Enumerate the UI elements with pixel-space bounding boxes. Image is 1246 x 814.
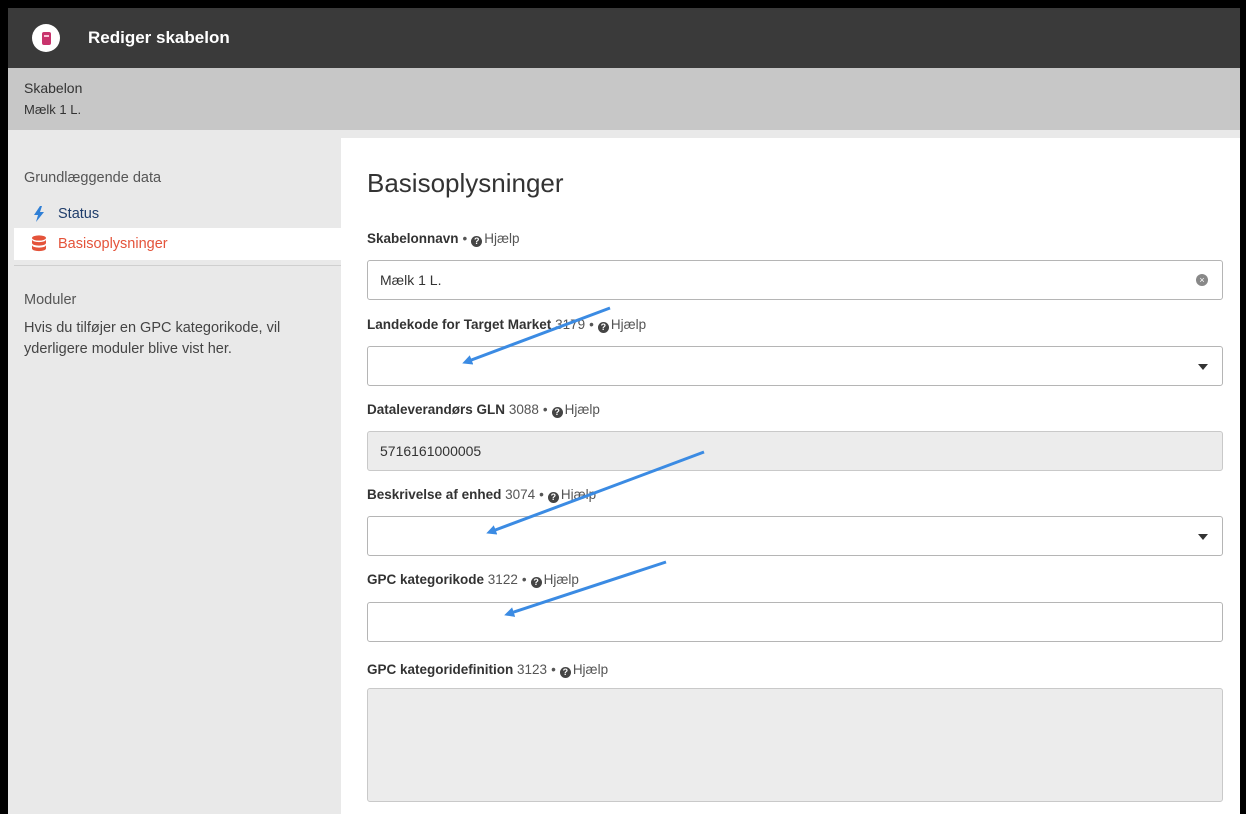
- question-icon: ?: [471, 236, 483, 247]
- clear-icon[interactable]: ×: [1196, 274, 1208, 286]
- help-text: Hjælp: [610, 317, 647, 332]
- field-code: 3088: [508, 402, 539, 417]
- help-link[interactable]: ? Hjælp: [530, 572, 579, 588]
- input-value: 5716161000005: [380, 443, 482, 459]
- field-label-skabelonnavn: Skabelonnavn •? Hjælp: [367, 231, 520, 247]
- sidebar: Grundlæggende data Status Basisoplysning…: [8, 138, 341, 814]
- modules-hint: Hvis du tilføjer en GPC kategorikode, vi…: [24, 320, 281, 357]
- section-heading: Basisoplysninger: [367, 168, 564, 198]
- label-text: GPC kategoridefinition: [367, 662, 514, 677]
- sidebar-item-status[interactable]: Status: [14, 198, 341, 230]
- separator-dot: •: [551, 662, 556, 677]
- separator-dot: •: [542, 402, 548, 417]
- help-text: Hjælp: [560, 487, 597, 502]
- help-text: Hjælp: [484, 231, 520, 246]
- field-code: 3123: [517, 662, 548, 677]
- field-label-beskrivelse: Beskrivelse af enhed 3074 •? Hjælp: [367, 487, 596, 503]
- sidebar-divider: [14, 265, 341, 266]
- template-label: Skabelon: [24, 80, 83, 96]
- help-link[interactable]: ? Hjælp: [471, 231, 520, 247]
- title-bar: Rediger skabelon: [8, 8, 1240, 68]
- gpc-definition-textarea: [367, 688, 1223, 802]
- template-icon: [32, 24, 60, 52]
- beskrivelse-select[interactable]: [367, 516, 1223, 556]
- sidebar-item-basisoplysninger[interactable]: Basisoplysninger: [14, 228, 341, 260]
- template-info-bar: Skabelon Mælk 1 L.: [8, 68, 1240, 130]
- question-icon: ?: [559, 667, 571, 678]
- field-code: 3122: [487, 572, 518, 587]
- lightning-icon: [28, 206, 50, 222]
- chevron-down-icon: [1198, 534, 1208, 540]
- help-text: Hjælp: [564, 402, 600, 417]
- field-label-gln: Dataleverandørs GLN 3088 •? Hjælp: [367, 402, 600, 418]
- gln-field: 5716161000005: [367, 431, 1223, 471]
- help-link[interactable]: ? Hjælp: [551, 402, 600, 418]
- separator-dot: •: [462, 231, 468, 246]
- label-text: Skabelonnavn: [367, 231, 459, 246]
- field-label-gpc-definition: GPC kategoridefinition 3123 •? Hjælp: [367, 662, 608, 678]
- field-code: 3074: [505, 487, 536, 502]
- label-text: Beskrivelse af enhed: [367, 487, 502, 502]
- field-label-gpc-kode: GPC kategorikode 3122 •? Hjælp: [367, 572, 579, 588]
- help-link[interactable]: ? Hjælp: [547, 487, 597, 503]
- help-link[interactable]: ? Hjælp: [597, 317, 647, 333]
- skabelonnavn-input[interactable]: Mælk 1 L. ×: [367, 260, 1223, 300]
- question-icon: ?: [551, 407, 563, 418]
- landekode-select[interactable]: [367, 346, 1223, 386]
- separator-dot: •: [539, 487, 544, 502]
- help-text: Hjælp: [572, 662, 609, 677]
- question-icon: ?: [547, 492, 559, 503]
- separator: [8, 130, 1240, 138]
- label-text: Dataleverandørs GLN: [367, 402, 506, 417]
- page-title: Rediger skabelon: [88, 28, 230, 47]
- input-value: Mælk 1 L.: [380, 272, 442, 288]
- label-text: GPC kategorikode: [367, 572, 485, 587]
- field-label-landekode: Landekode for Target Market 3179 •? Hjælp: [367, 317, 646, 333]
- chevron-down-icon: [1198, 364, 1208, 370]
- separator-dot: •: [589, 317, 594, 332]
- label-text: Landekode for Target Market: [367, 317, 552, 332]
- app-window: Rediger skabelon Skabelon Mælk 1 L. Grun…: [8, 8, 1240, 814]
- help-link[interactable]: ? Hjælp: [559, 662, 609, 678]
- database-icon: [28, 235, 50, 253]
- main-content: Basisoplysninger Skabelonnavn •? Hjælp Mæl…: [341, 138, 1240, 814]
- sidebar-section-basic: Grundlæggende data: [24, 170, 162, 186]
- sidebar-section-modules: Moduler: [24, 292, 77, 308]
- question-icon: ?: [530, 577, 542, 588]
- sidebar-item-label: Basisoplysninger: [58, 236, 168, 252]
- help-text: Hjælp: [543, 572, 579, 587]
- question-icon: ?: [597, 322, 609, 333]
- template-name: Mælk 1 L.: [24, 102, 82, 117]
- sidebar-item-label: Status: [58, 206, 100, 222]
- field-code: 3179: [555, 317, 586, 332]
- separator-dot: •: [521, 572, 527, 587]
- gpc-kode-input[interactable]: [367, 602, 1223, 642]
